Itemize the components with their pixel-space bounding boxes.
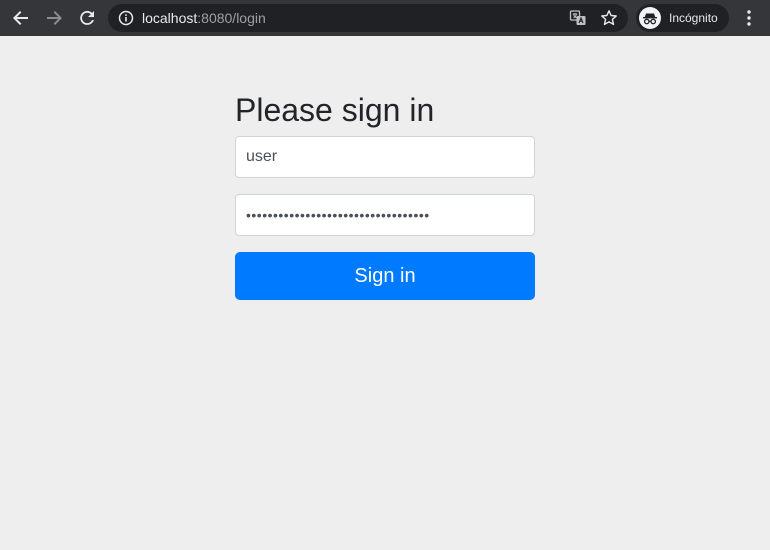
forward-arrow-icon [47,11,62,25]
translate-icon[interactable] [569,9,587,27]
url-path: :8080/login [197,10,266,26]
sign-in-button-label: Sign in [354,264,416,287]
star-icon[interactable] [600,9,618,27]
address-bar[interactable]: localhost:8080/login [108,4,628,32]
back-button[interactable] [9,6,33,30]
signin-form: Please sign in user ••••••••••••••••••••… [235,90,535,300]
forward-button[interactable] [42,6,66,30]
sign-in-button[interactable]: Sign in [235,252,535,300]
page-title: Please sign in [235,92,435,128]
reload-button[interactable] [75,6,99,30]
password-field[interactable]: •••••••••••••••••••••••••••••••••• [235,194,535,236]
avatar [639,7,661,29]
username-value: user [246,148,278,165]
browser-toolbar: localhost:8080/login Incógnito [0,0,770,36]
browser-menu-button[interactable] [738,6,760,30]
url-text: localhost:8080/login [142,10,266,26]
reload-icon [80,10,94,25]
password-value: •••••••••••••••••••••••••••••••••• [246,207,430,223]
back-arrow-icon [13,11,28,25]
incognito-profile-button[interactable]: Incógnito [636,4,729,32]
info-icon[interactable] [118,10,134,26]
incognito-label: Incógnito [669,11,718,25]
url-host: localhost [142,10,198,26]
kebab-menu-icon [747,10,751,26]
username-field[interactable]: user [235,136,535,178]
incognito-icon [643,13,657,25]
